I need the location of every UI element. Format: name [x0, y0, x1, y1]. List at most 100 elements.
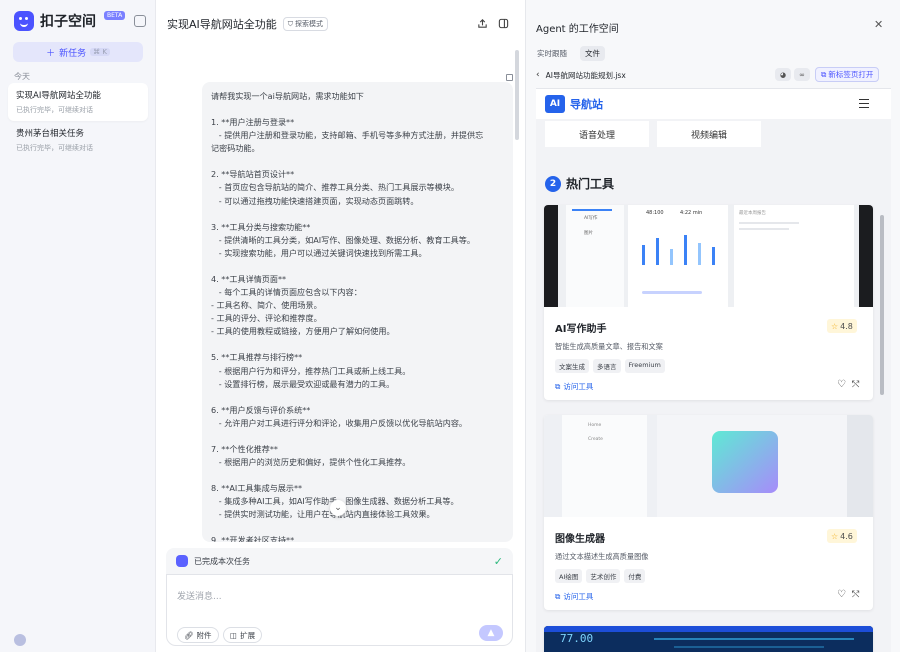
panel-toggle-icon[interactable]: [498, 18, 509, 29]
heart-icon[interactable]: ♡: [837, 379, 846, 390]
new-task-label: 新任务: [59, 48, 87, 59]
history-item[interactable]: 实现AI导航网站全功能 已执行完毕，可继续对话: [8, 83, 148, 121]
share-icon[interactable]: ⤲: [852, 590, 859, 600]
new-task-button[interactable]: ＋ 新任务 ⌘ K: [13, 42, 143, 62]
tool-card[interactable]: 77.00: [544, 626, 873, 652]
message-line: - 首页应包含导航站的简介、推荐工具分类、热门工具展示等模块。: [211, 182, 459, 193]
paperclip-icon: 🔗︎: [184, 630, 194, 640]
copy-icon[interactable]: [506, 74, 513, 81]
category-card[interactable]: 语音处理: [545, 121, 649, 147]
star-icon: ☆: [831, 321, 839, 331]
link-icon[interactable]: ∞: [794, 68, 810, 81]
message-gap: [211, 260, 503, 273]
preview-scrollbar[interactable]: [880, 215, 884, 395]
external-link-icon: ⧉: [555, 591, 561, 601]
back-icon[interactable]: ‹: [536, 70, 540, 80]
message-line: 3. **工具分类与搜索功能**: [211, 221, 311, 232]
message-gap: [211, 338, 503, 351]
shield-icon: ⛉: [287, 19, 294, 28]
section-title: 热门工具: [566, 177, 615, 191]
tool-tag: 付费: [624, 569, 646, 583]
mock-label-a: AI写作: [584, 214, 598, 221]
tool-screenshot-image: 77.00: [544, 626, 873, 652]
mock3-number: 77.00: [560, 632, 593, 645]
message-line: - 实现搜索功能，用户可以通过关键词快速找到所需工具。: [211, 247, 427, 258]
site-logo: AI: [545, 95, 565, 113]
scroll-down-button[interactable]: ⌄: [330, 500, 346, 516]
message-line: - 根据用户行为和评分，推荐热门工具或新上线工具。: [211, 365, 411, 376]
open-new-tab-label: 新标签页打开: [828, 70, 874, 79]
category-card[interactable]: 视频编辑: [657, 121, 761, 147]
heart-icon[interactable]: ♡: [837, 589, 846, 600]
attach-button[interactable]: 🔗︎ 附件: [177, 627, 219, 643]
message-gap: [211, 469, 503, 482]
tool-card[interactable]: Home Create 图像生成器 ☆ 4.6 通过文本描述生成高质量图像 AI…: [544, 415, 873, 610]
visit-tool-link[interactable]: ⧉ 访问工具: [555, 591, 593, 602]
message-line: - 工具的使用教程或链接，方便用户了解如何使用。: [211, 326, 395, 337]
close-icon[interactable]: ✕: [874, 18, 883, 31]
logo-text: 扣子空间: [40, 14, 96, 30]
share-icon[interactable]: [477, 18, 488, 29]
message-line: - 提供清晰的工具分类，如AI写作、图像处理、数据分析、教育工具等。: [211, 234, 475, 245]
logo[interactable]: 扣子空间 BETA: [14, 10, 126, 31]
send-button[interactable]: ▲: [479, 625, 503, 641]
message-line: 6. **用户反馈与评价系统**: [211, 404, 311, 415]
chat-scrollbar[interactable]: [515, 50, 519, 140]
tab-live-follow[interactable]: 实时跟随: [532, 46, 572, 61]
message-line: - 工具名称、简介、使用场景。: [211, 300, 322, 311]
task-status-bar: 已完成本次任务 ✓: [166, 548, 513, 574]
message-line: 7. **个性化推荐**: [211, 443, 278, 454]
tool-tag: Freemium: [624, 359, 665, 373]
message-input[interactable]: 发送消息...: [177, 589, 222, 602]
message-line: 5. **工具推荐与排行榜**: [211, 352, 303, 363]
composer[interactable]: 发送消息... 🔗︎ 附件 ◫ 扩展 ▲: [166, 574, 513, 646]
tool-name: AI写作助手: [555, 324, 607, 335]
user-message-bubble: 请帮我实现一个ai导航网站，需求功能如下 1. **用户注册与登录** - 提供用…: [202, 82, 513, 542]
mock2-label-a: Home: [588, 422, 602, 428]
user-avatar-icon[interactable]: [14, 634, 26, 646]
tool-screenshot-image: Home Create: [544, 415, 873, 517]
tab-files[interactable]: 文件: [580, 46, 605, 61]
mode-badge: ⛉ 探索模式: [282, 17, 329, 31]
visit-tool-link[interactable]: ⧉ 访问工具: [555, 381, 593, 392]
tool-card[interactable]: AI写作 图片 48:100 4:22 min 最近本周报告 AI写作助手 ☆: [544, 205, 873, 400]
rating-value: 4.6: [840, 531, 853, 541]
history-title: 贵州茅台相关任务: [16, 129, 85, 139]
wechat-icon[interactable]: ◕: [775, 68, 791, 81]
logo-mark-icon: [14, 11, 34, 31]
collapse-sidebar-icon[interactable]: [134, 15, 146, 27]
message-line: - 集成多种AI工具，如AI写作助手、图像生成器、数据分析工具等。: [218, 496, 459, 507]
menu-icon[interactable]: [859, 99, 869, 108]
sidebar: 扣子空间 BETA ＋ 新任务 ⌘ K 今天 实现AI导航网站全功能 已执行完毕…: [0, 0, 156, 652]
message-gap: [211, 208, 503, 221]
message-line: 请帮我实现一个ai导航网站，需求功能如下: [211, 91, 364, 101]
external-link-icon: ⧉: [555, 381, 561, 391]
attach-label: 附件: [196, 630, 212, 640]
tool-tag: AI绘图: [555, 569, 583, 583]
extend-label: 扩展: [240, 630, 256, 640]
message-gap: [211, 391, 503, 404]
site-navbar: AI 导航站: [536, 89, 891, 119]
open-new-tab-button[interactable]: ⧉ 新标签页打开: [815, 67, 880, 82]
site-brand: 导航站: [570, 98, 603, 111]
mode-badge-label: 探索模式: [295, 20, 324, 28]
message-line: 记密码功能。: [211, 143, 260, 154]
file-name: AI导航网站功能规划.jsx: [545, 70, 626, 80]
section-number: 2: [545, 175, 561, 192]
message-gap: [211, 103, 503, 116]
message-gap: [211, 155, 503, 168]
history-item[interactable]: 贵州茅台相关任务 已执行完毕，可继续对话: [8, 121, 148, 159]
message-line: - 允许用户对工具进行评分和评论，收集用户反馈以优化导航站内容。: [211, 417, 468, 428]
message-line: - 工具的评分、评论和推荐度。: [211, 313, 322, 324]
star-icon: ☆: [831, 531, 839, 541]
tool-tag: 艺术创作: [586, 569, 621, 583]
message-line: - 每个工具的详情页面应包含以下内容：: [211, 287, 362, 298]
chat-header: 实现AI导航网站全功能 ⛉ 探索模式: [157, 0, 517, 48]
visit-label: 访问工具: [563, 382, 594, 391]
message-line: - 根据用户的浏览历史和偏好，提供个性化工具推荐。: [211, 456, 411, 467]
extend-button[interactable]: ◫ 扩展: [223, 627, 263, 643]
tool-description: 智能生成高质量文章、报告和文案: [555, 342, 663, 351]
tool-description: 通过文本描述生成高质量图像: [555, 552, 649, 561]
share-icon[interactable]: ⤲: [852, 380, 859, 390]
message-line: 2. **导航站首页设计**: [211, 169, 295, 180]
